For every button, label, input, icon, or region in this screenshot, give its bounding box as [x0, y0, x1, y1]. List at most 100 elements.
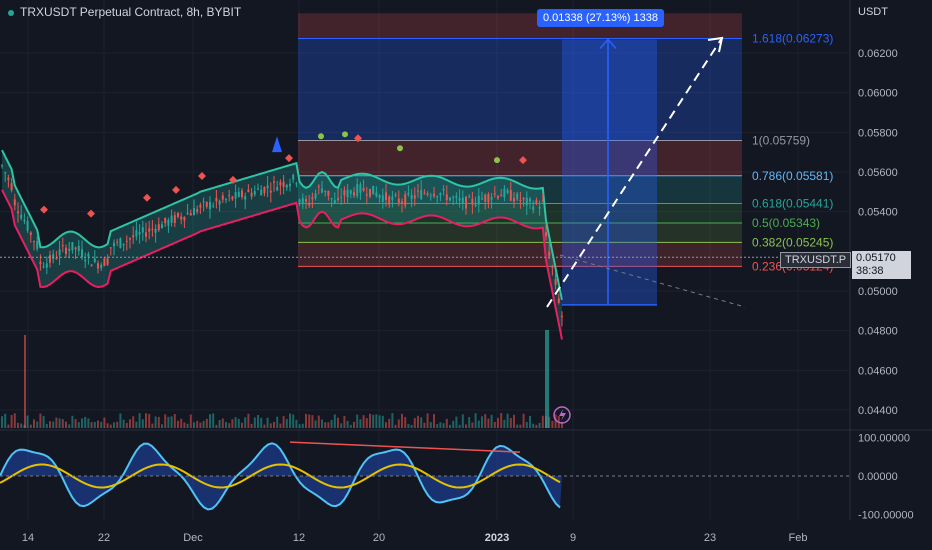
sell-signal-icon [198, 171, 206, 180]
candle-body [273, 181, 275, 183]
volume-bar [225, 422, 227, 428]
candle-body [417, 190, 419, 192]
candle-body [305, 199, 307, 202]
volume-bar [522, 413, 525, 428]
candle-body [45, 263, 48, 268]
volume-bar [13, 413, 16, 428]
candle-body [420, 190, 423, 199]
candle-body [29, 232, 32, 236]
volume-bar [167, 416, 170, 428]
candle-body [509, 190, 512, 201]
volume-bar [154, 416, 157, 428]
candle-body [13, 199, 16, 206]
volume-bar [369, 413, 371, 428]
candle-body [266, 185, 269, 189]
volume-bar [33, 419, 35, 428]
candle-body [314, 193, 317, 199]
volume-bar [260, 417, 263, 428]
volume-bar [407, 424, 410, 428]
volume-bar [317, 415, 320, 428]
candle-body [282, 181, 285, 188]
candle-body [497, 196, 499, 199]
volume-bar [65, 421, 67, 428]
volume-bar [273, 421, 275, 428]
volume-bar [29, 424, 32, 428]
volume-bar [138, 413, 141, 428]
oscillator-divergence-line [289, 441, 521, 453]
volume-bar [346, 420, 349, 428]
candle-body [276, 186, 279, 191]
candle-body [61, 245, 64, 247]
candle-body [292, 174, 295, 180]
volume-bar [468, 416, 471, 428]
volume-bar [289, 413, 291, 428]
candle-body [330, 197, 333, 200]
volume-bar [45, 423, 48, 428]
candle-body [180, 216, 183, 220]
candle-body [458, 198, 461, 201]
candle-body [298, 199, 301, 203]
volume-bar [90, 422, 93, 428]
volume-bar [234, 417, 237, 428]
volume-bar [282, 416, 285, 428]
volume-bar [1, 416, 3, 428]
candle-body [253, 191, 256, 195]
candle-body [423, 192, 426, 194]
volume-bar [119, 413, 122, 428]
candle-body [285, 184, 288, 188]
volume-bar [39, 413, 42, 428]
candle-body [487, 194, 490, 203]
volume-bar [221, 418, 224, 428]
candle-body [561, 315, 563, 317]
volume-bar [532, 423, 535, 428]
candle-body [410, 194, 413, 200]
candle-body [157, 224, 160, 231]
candle-body [68, 248, 71, 251]
candle-body [231, 196, 234, 200]
candle-body [4, 172, 7, 174]
fib-level-label: 0.382(0.05245) [752, 235, 833, 249]
volume-bar [490, 414, 493, 428]
volume-bar [394, 424, 397, 428]
volume-bar [205, 418, 208, 428]
candle-body [557, 298, 560, 303]
volume-bar [519, 424, 522, 428]
volume-bar [308, 414, 311, 428]
volume-bar [372, 414, 375, 428]
volume-bar [513, 414, 515, 428]
candle-body [116, 241, 119, 243]
candle-body [324, 190, 327, 192]
volume-bar [471, 422, 474, 428]
candle-body [401, 201, 403, 204]
candle-body [109, 247, 112, 249]
candle-body [455, 195, 458, 198]
candle-body [42, 266, 45, 268]
candle-body [301, 198, 304, 205]
volume-bar [551, 420, 554, 428]
volume-bar [333, 414, 336, 428]
candle-body [81, 249, 83, 258]
candle-body [10, 183, 13, 191]
buy-signal-icon [494, 157, 500, 164]
candle-body [439, 193, 442, 196]
volume-bar [500, 413, 503, 428]
buy-signal-icon [342, 131, 348, 138]
volume-bar [413, 418, 416, 428]
measure-label[interactable]: 0.01338 (27.13%) 1338 [537, 9, 664, 27]
candle-body [138, 232, 141, 235]
candle-body [436, 196, 439, 198]
volume-bar [295, 419, 298, 428]
candle-body [490, 197, 493, 200]
volume-bar [228, 423, 231, 428]
chart-canvas[interactable]: 1.618(0.06273) 1(0.05759) 0.786(0.05581) 0.… [0, 0, 932, 550]
candle-body [218, 200, 221, 205]
volume-bar [343, 415, 346, 428]
candle-body [65, 247, 67, 255]
x-tick-label: 9 [570, 532, 576, 544]
candle-body [161, 224, 163, 229]
volume-bar [298, 424, 301, 428]
candle-body [125, 240, 128, 242]
candle-body [145, 232, 147, 237]
candle-body [346, 189, 349, 198]
volume-bar [417, 415, 419, 428]
